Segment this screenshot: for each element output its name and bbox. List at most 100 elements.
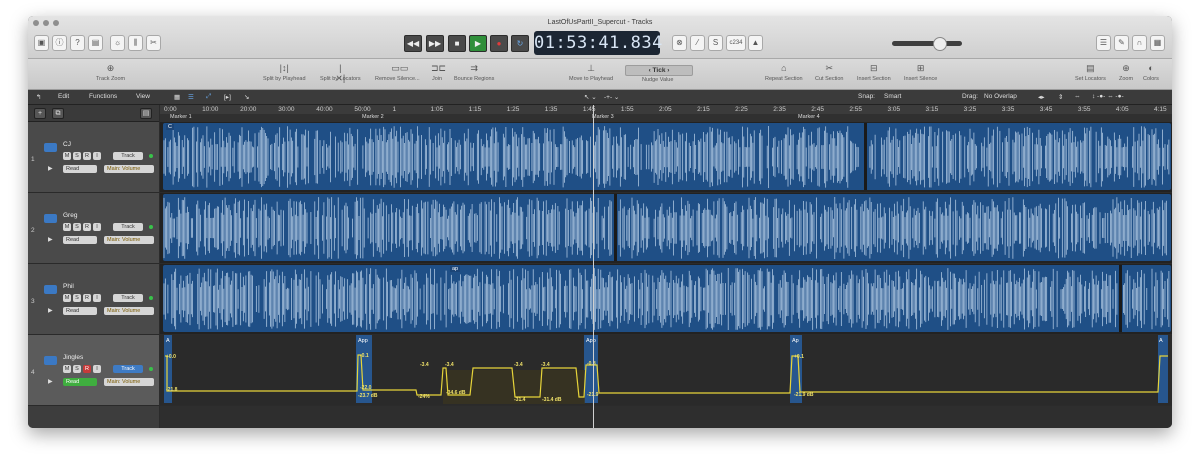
track-lane-greg[interactable]: [160, 193, 1172, 263]
disclosure-icon[interactable]: ▶: [48, 165, 53, 172]
track-lane-phil[interactable]: ap: [160, 264, 1172, 334]
join-button[interactable]: ⊐⊏ Join: [431, 63, 446, 82]
marker-4[interactable]: Marker 4: [798, 114, 820, 120]
mute-button[interactable]: M: [63, 223, 71, 231]
automation-param-select[interactable]: Main: Volume: [104, 307, 154, 315]
track-lane-cj[interactable]: C: [160, 122, 1172, 192]
solo-icon[interactable]: S: [708, 35, 723, 51]
input-monitor-button[interactable]: I: [93, 294, 101, 302]
record-enable-button[interactable]: R: [83, 152, 91, 160]
automation-line[interactable]: [165, 354, 1168, 398]
track-button[interactable]: Track: [113, 223, 143, 231]
track-header-jingles[interactable]: 4 Jingles M S R I Track ▶ Read Main: Vol…: [28, 335, 159, 406]
edit-menu[interactable]: Edit: [58, 93, 69, 100]
repeat-section-button[interactable]: ⌂ Repeat Section: [765, 63, 803, 82]
add-track-button[interactable]: +: [34, 108, 46, 119]
secondary-tool-icon[interactable]: -+- ⌄: [604, 93, 619, 101]
count-in-button[interactable]: c234: [726, 35, 746, 51]
input-monitor-button[interactable]: I: [93, 223, 101, 231]
split-by-locators-button[interactable]: |⨯| Split by Locators: [320, 63, 361, 83]
smart-controls-icon[interactable]: ☼: [110, 35, 125, 51]
horizontal-zoom-icon[interactable]: ⇔: [1074, 93, 1081, 100]
track-buttons[interactable]: M S R I: [63, 223, 101, 231]
functions-menu[interactable]: Functions: [89, 93, 117, 100]
insert-silence-button[interactable]: ⊞ Insert Silence: [904, 63, 937, 82]
master-volume-knob[interactable]: [933, 37, 947, 51]
track-button[interactable]: Track: [113, 294, 143, 302]
list-editors-icon[interactable]: ☰: [1096, 35, 1111, 51]
disclosure-icon[interactable]: ▶: [48, 307, 53, 314]
automation-mode-select[interactable]: Read: [63, 165, 97, 173]
vertical-zoom-icon[interactable]: ⇕: [1058, 93, 1063, 101]
automation-mode-select[interactable]: Read: [63, 307, 97, 315]
set-locators-button[interactable]: ▤ Set Locators: [1075, 63, 1106, 82]
back-icon[interactable]: ↰: [36, 93, 41, 101]
disclosure-icon[interactable]: ▶: [48, 378, 53, 385]
record-button[interactable]: ●: [490, 35, 508, 52]
solo-button[interactable]: S: [73, 223, 81, 231]
track-lane-jingles[interactable]: A App App Ap A +0.0 -21.8 -0.1 -22.0 -23…: [160, 335, 1172, 405]
zoom-button-tool[interactable]: ⊕ Zoom: [1119, 63, 1133, 82]
disclosure-icon[interactable]: ▶: [48, 236, 53, 243]
track-header-cj[interactable]: 1 CJ M S R I Track ▶ Read Main: Volume: [28, 122, 159, 193]
solo-button[interactable]: S: [73, 152, 81, 160]
input-monitor-button[interactable]: I: [93, 365, 101, 373]
global-tracks-icon[interactable]: ▤: [140, 108, 152, 119]
waveform-region[interactable]: [160, 193, 1172, 263]
automation-mode-select[interactable]: Read: [63, 378, 97, 386]
waveform-zoom-icon[interactable]: ◂▸: [1038, 93, 1045, 101]
playhead[interactable]: [593, 105, 594, 428]
play-button[interactable]: ▶: [469, 35, 487, 52]
nudge-value-select[interactable]: ‹ Tick ›: [625, 65, 693, 76]
automation-param-select[interactable]: Main: Volume: [104, 165, 154, 173]
bounce-regions-button[interactable]: ⇉ Bounce Regions: [454, 63, 494, 82]
drag-select[interactable]: No Overlap: [984, 93, 1017, 100]
snap-select[interactable]: Smart: [884, 93, 901, 100]
track-button[interactable]: Track: [113, 365, 143, 373]
lcd-time-display[interactable]: 01:53:41.834: [534, 31, 662, 55]
pointer-tool-icon[interactable]: ↖ ⌄: [584, 93, 597, 101]
marker-3[interactable]: Marker 3: [592, 114, 614, 120]
remove-silence-button[interactable]: ▭▭ Remove Silence...: [375, 63, 420, 82]
replace-icon[interactable]: ⊗: [672, 35, 687, 51]
loop-browser-icon[interactable]: ∩: [1132, 35, 1147, 51]
record-enable-button[interactable]: R: [83, 365, 91, 373]
split-by-playhead-button[interactable]: |↕| Split by Playhead: [263, 63, 306, 82]
duplicate-track-button[interactable]: ⧉: [52, 108, 64, 119]
cycle-button[interactable]: ↻: [511, 35, 529, 52]
automation-mode-select[interactable]: Read: [63, 236, 97, 244]
colors-button[interactable]: ◐ Colors: [1143, 63, 1159, 82]
record-enable-button[interactable]: R: [83, 223, 91, 231]
track-button[interactable]: Track: [113, 152, 143, 160]
note-pad-icon[interactable]: ✎: [1114, 35, 1129, 51]
mixer-icon[interactable]: ⫼: [128, 35, 143, 51]
view-menu[interactable]: View: [136, 93, 150, 100]
rewind-button[interactable]: ◀◀: [404, 35, 422, 52]
cut-section-button[interactable]: ✂ Cut Section: [815, 63, 843, 82]
track-zoom-button[interactable]: ⊕ Track Zoom: [96, 63, 125, 82]
grid-view-icon[interactable]: ▦: [174, 93, 180, 101]
mute-button[interactable]: M: [63, 294, 71, 302]
track-header-greg[interactable]: 2 Greg M S R I Track ▶ Read Main: Volume: [28, 193, 159, 264]
flex-icon[interactable]: ☰: [188, 93, 194, 101]
automation-param-select[interactable]: Main: Volume: [104, 378, 154, 386]
stop-button[interactable]: ■: [448, 35, 466, 52]
track-buttons[interactable]: M S R I: [63, 294, 101, 302]
automation-param-select[interactable]: Main: Volume: [104, 236, 154, 244]
waveform-region[interactable]: [160, 264, 1172, 334]
track-buttons[interactable]: M S R I: [63, 152, 101, 160]
catch-icon[interactable]: [▸]: [224, 93, 231, 101]
record-enable-button[interactable]: R: [83, 294, 91, 302]
automation-icon[interactable]: ⤢: [206, 93, 211, 101]
track-header-phil[interactable]: 3 Phil M S R I Track ▶ Read Main: Volume: [28, 264, 159, 335]
waveform-region[interactable]: [160, 122, 1172, 192]
tuner-icon[interactable]: ⁄: [690, 35, 705, 51]
solo-button[interactable]: S: [73, 294, 81, 302]
metronome-icon[interactable]: ▲: [748, 35, 763, 51]
marker-2[interactable]: Marker 2: [362, 114, 384, 120]
toolbar-icon[interactable]: ▤: [88, 35, 103, 51]
fast-forward-button[interactable]: ▶▶: [426, 35, 444, 52]
editors-icon[interactable]: ✂: [146, 35, 161, 51]
automation-curve-svg[interactable]: [160, 335, 1172, 405]
quick-help-icon[interactable]: ?: [70, 35, 85, 51]
